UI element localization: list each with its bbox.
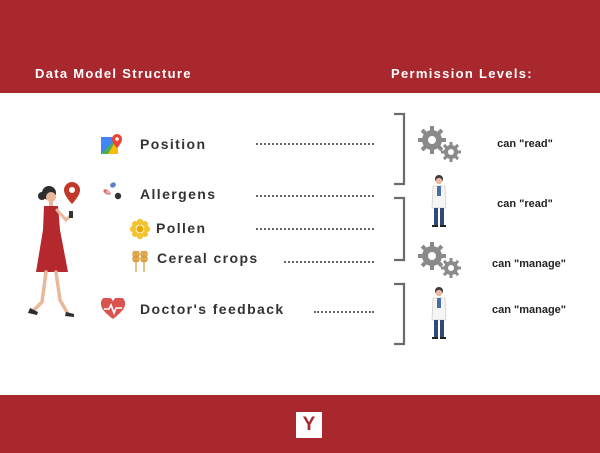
pollen-flower-icon: [129, 218, 151, 240]
item-label-doctors-feedback: Doctor's feedback: [140, 301, 285, 317]
map-icon: [100, 133, 124, 157]
leader-line-allergens: [256, 195, 374, 197]
permission-levels-header: Permission Levels:: [391, 66, 533, 81]
leader-line-pollen: [256, 228, 374, 230]
item-label-pollen: Pollen: [156, 220, 207, 236]
allergens-icon: [100, 180, 124, 204]
gears-icon: [418, 240, 464, 280]
permission-label: can "manage": [491, 258, 566, 270]
gears-icon: [418, 124, 464, 164]
heart-pulse-icon: [100, 298, 126, 320]
permission-label: can "manage": [491, 304, 566, 316]
doctor-icon: [428, 174, 450, 228]
item-label-allergens: Allergens: [140, 186, 217, 202]
item-label-position: Position: [140, 136, 207, 152]
leader-line-cereal-crops: [284, 261, 374, 263]
item-label-cereal-crops: Cereal crops: [157, 250, 259, 266]
y-logo: Y: [296, 412, 322, 438]
leader-line-doctors-feedback: [314, 311, 374, 313]
woman-with-phone-illustration: [16, 180, 86, 325]
brackets: [390, 110, 410, 350]
leader-line-position: [256, 143, 374, 145]
wheat-icon: [130, 246, 150, 272]
doctor-icon: [428, 286, 450, 340]
permission-label: can "read": [497, 198, 553, 210]
permission-label: can "read": [497, 138, 553, 150]
data-model-header: Data Model Structure: [35, 66, 192, 81]
